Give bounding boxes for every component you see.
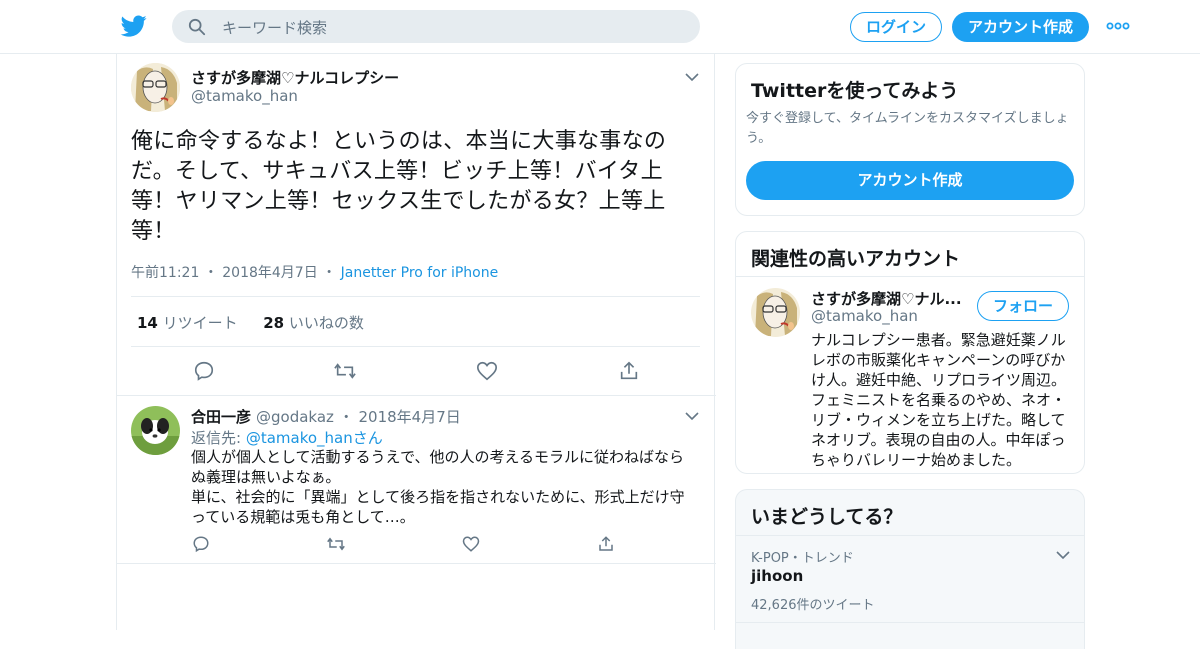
reply-to-handle[interactable]: @tamako_han	[246, 429, 353, 447]
login-button[interactable]: ログイン	[850, 12, 942, 42]
tweet-text: 俺に命令するなよ！というのは、本当に大事な事なのだ。そして、サキュバス上等！ビッ…	[131, 129, 667, 244]
reply-date[interactable]: 2018年4月7日	[358, 408, 460, 426]
divider	[736, 276, 1084, 277]
like-label: いいねの数	[288, 314, 364, 332]
like-icon[interactable]	[476, 360, 498, 382]
reply-author-handle[interactable]: @godakaz	[256, 408, 334, 426]
divider	[117, 395, 716, 396]
search-icon	[188, 18, 206, 36]
like-icon[interactable]	[462, 535, 480, 553]
tweet-time[interactable]: 午前11:21	[131, 265, 199, 281]
follow-button[interactable]: フォロー	[977, 291, 1069, 321]
retweet-icon[interactable]	[333, 360, 357, 382]
like-count: 28	[263, 314, 285, 332]
retweet-label: リツイート	[162, 314, 238, 332]
signup-card-description: 今すぐ登録して、タイムラインをカスタマイズしましょう。	[746, 111, 1069, 146]
related-account-handle[interactable]: @tamako_han	[811, 307, 918, 325]
tweet-author-name[interactable]: さすが多摩湖♡ナルコレプシー	[191, 67, 399, 88]
retweet-count: 14	[137, 314, 158, 332]
twitter-logo-icon[interactable]	[120, 13, 148, 39]
divider	[117, 563, 716, 564]
meta-separator: ・	[338, 408, 354, 426]
retweet-icon[interactable]	[326, 535, 346, 553]
tweet-source[interactable]: Janetter Pro for iPhone	[341, 265, 499, 281]
chevron-down-icon[interactable]	[1056, 550, 1070, 560]
share-icon[interactable]	[618, 360, 640, 382]
signup-button[interactable]: アカウント作成	[952, 12, 1089, 42]
related-account-name[interactable]: さすが多摩湖♡ナル...	[811, 288, 962, 309]
reply-text-line: 単に、社会的に「異端」として後ろ指を指されないために、形式上だけ守っている規範は…	[191, 488, 685, 526]
search-input[interactable]: キーワード検索	[172, 10, 700, 43]
meta-separator: ・	[203, 265, 218, 281]
divider	[131, 346, 700, 347]
signup-card: Twitterを使ってみよう 今すぐ登録して、タイムラインをカスタマイズしましょ…	[735, 63, 1085, 216]
trend-meta: K-POP・トレンド	[751, 551, 854, 566]
avatar[interactable]	[131, 406, 180, 455]
tweet-author-handle[interactable]: @tamako_han	[191, 87, 298, 105]
reply-text-line: 個人が個人として活動するうえで、他の人の考えるモラルに従わねばならぬ義理は無いよ…	[191, 448, 685, 486]
reply-to-suffix: さん	[352, 429, 383, 447]
top-nav-bar: キーワード検索 ログイン アカウント作成	[0, 0, 1200, 54]
tweet-date[interactable]: 2018年4月7日	[222, 265, 317, 281]
divider	[736, 535, 1084, 536]
related-account-bio: ナルコレプシー患者。緊急避妊薬ノルレボの市販薬化キャンペーンの呼びかけ人。避妊中…	[811, 331, 1067, 469]
reply-icon[interactable]	[192, 535, 210, 553]
like-stat[interactable]: 28 いいねの数	[263, 314, 364, 332]
trend-tweet-count: 42,626件のツイート	[751, 598, 875, 613]
trends-card-title: いまどうしてる？	[751, 506, 903, 528]
tweet-stats: 14 リツイート 28 いいねの数	[137, 312, 364, 333]
chevron-down-icon[interactable]	[685, 72, 699, 82]
reply-to-label: 返信先:	[191, 429, 242, 447]
signup-card-button[interactable]: アカウント作成	[746, 161, 1074, 200]
search-placeholder: キーワード検索	[222, 19, 328, 37]
avatar-illustration	[751, 288, 800, 337]
trend-name[interactable]: jihoon	[751, 567, 803, 585]
chevron-down-icon[interactable]	[685, 411, 699, 421]
avatar-illustration	[131, 406, 180, 455]
reply-text: 個人が個人として活動するうえで、他の人の考えるモラルに従わねばならぬ義理は無いよ…	[191, 447, 691, 527]
related-accounts-card: 関連性の高いアカウント さすが多摩湖♡ナル... @tamako_han フォロ…	[735, 231, 1085, 474]
reply-to-line: 返信先: @tamako_hanさん	[191, 427, 383, 448]
reply-author-meta: @godakaz ・ 2018年4月7日	[256, 406, 461, 427]
reply-icon[interactable]	[193, 360, 215, 382]
avatar[interactable]	[751, 288, 800, 337]
related-card-title: 関連性の高いアカウント	[751, 248, 961, 270]
main-timeline: さすが多摩湖♡ナルコレプシー @tamako_han 俺に命令するなよ！というの…	[116, 54, 716, 630]
reply-author-name[interactable]: 合田一彦	[191, 406, 251, 427]
share-icon[interactable]	[597, 535, 615, 553]
more-options-icon[interactable]	[1106, 18, 1130, 34]
avatar[interactable]	[131, 63, 180, 112]
trends-card: いまどうしてる？ K-POP・トレンド jihoon 42,626件のツイート	[735, 489, 1085, 649]
retweet-stat[interactable]: 14 リツイート	[137, 314, 238, 332]
tweet-meta: 午前11:21 ・ 2018年4月7日 ・ Janetter Pro for i…	[131, 262, 498, 282]
divider	[131, 296, 700, 297]
divider	[736, 622, 1084, 623]
meta-separator: ・	[322, 265, 337, 281]
signup-card-title: Twitterを使ってみよう	[751, 80, 959, 102]
avatar-illustration	[131, 63, 180, 112]
